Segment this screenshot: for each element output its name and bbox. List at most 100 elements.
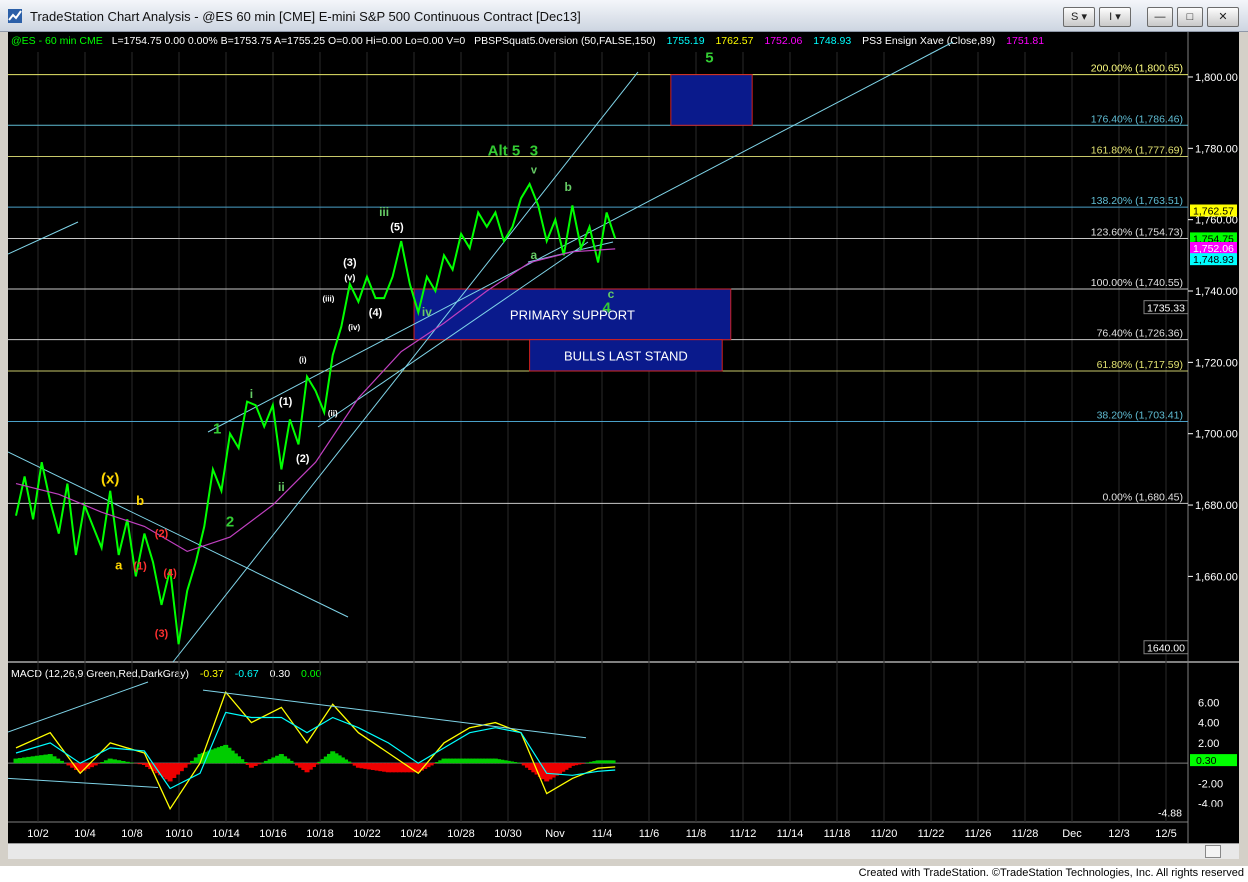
- price-tick-label: 1,660.00: [1195, 571, 1238, 583]
- date-tick-label: 10/24: [400, 828, 428, 840]
- fib-level-label: 176.40% (1,786.46): [1091, 113, 1183, 125]
- wave-label: b: [136, 493, 144, 508]
- chart-area[interactable]: @ES - 60 min CME L=1754.75 0.00 0.00% B=…: [8, 32, 1239, 843]
- wave-label: (4): [369, 307, 383, 319]
- indicator-value-2: 1762.57: [715, 35, 753, 47]
- date-tick-label: 11/22: [918, 828, 945, 840]
- wave-label: (1): [133, 560, 147, 572]
- macd-badge-label: -4.88: [1158, 808, 1182, 820]
- wave-label: Alt 5: [488, 142, 521, 159]
- footer: Created with TradeStation. ©TradeStation…: [0, 866, 1248, 882]
- macd-tick-label: 6.00: [1198, 697, 1219, 709]
- macd-value: -0.37: [200, 668, 224, 680]
- date-tick-label: 11/4: [592, 828, 613, 840]
- date-tick-label: 10/8: [121, 828, 142, 840]
- wave-label: (5): [390, 221, 404, 233]
- chevron-down-icon: ▾: [1115, 11, 1121, 23]
- status-symbol: @ES - 60 min CME: [11, 35, 103, 47]
- wave-label: 1: [213, 421, 221, 438]
- window-title: TradeStation Chart Analysis - @ES 60 min…: [30, 9, 581, 24]
- date-tick-label: 10/14: [212, 828, 240, 840]
- price-marker-label: 1735.33: [1147, 303, 1185, 315]
- wave-label: 5: [705, 50, 713, 67]
- indicator-value-ensign: 1751.81: [1006, 35, 1044, 47]
- macd-badge-label: 0.30: [1196, 755, 1217, 767]
- tradestation-app-icon: [8, 9, 22, 23]
- price-badge-label: 1,762.57: [1193, 205, 1234, 217]
- date-tick-label: 11/6: [639, 828, 660, 840]
- support-zone: [670, 74, 753, 126]
- date-tick-label: 11/20: [871, 828, 898, 840]
- minimize-button[interactable]: —: [1147, 7, 1173, 27]
- date-tick-label: 10/10: [165, 828, 193, 840]
- date-tick-label: 10/22: [353, 828, 381, 840]
- minimize-icon: —: [1154, 11, 1166, 23]
- chevron-down-icon: ▾: [1081, 11, 1087, 23]
- wave-label: v: [531, 164, 538, 176]
- macd-zero-value: 0.00: [301, 668, 322, 680]
- macd-tick-label: 4.00: [1198, 718, 1219, 730]
- price-marker-label: 1640.00: [1147, 643, 1185, 655]
- status-quote: L=1754.75 0.00 0.00% B=1753.75 A=1755.25…: [112, 35, 466, 47]
- macd-signal-value: -0.67: [235, 668, 259, 680]
- close-button[interactable]: ✕: [1207, 7, 1239, 27]
- indicator-value-1: 1755.19: [667, 35, 705, 47]
- fib-level-label: 76.40% (1,726.36): [1097, 328, 1183, 340]
- s-menu-button[interactable]: S ▾: [1063, 7, 1095, 27]
- price-line: [15, 181, 617, 645]
- price-tick-label: 1,720.00: [1195, 357, 1238, 369]
- macd-trend-line: [8, 777, 159, 789]
- indicator-name-pbs: PBSPSquat5.0version (50,FALSE,150): [474, 35, 656, 47]
- macd-tick-label: 2.00: [1198, 738, 1219, 750]
- date-tick-label: Dec: [1062, 828, 1082, 840]
- wave-label: iii: [379, 205, 389, 219]
- indicator-value-4: 1748.93: [813, 35, 851, 47]
- date-tick-label: 11/8: [686, 828, 707, 840]
- horizontal-scrollbar[interactable]: [8, 843, 1239, 859]
- wave-label: (4): [163, 567, 177, 579]
- indicator-value-3: 1752.06: [764, 35, 802, 47]
- fib-level-label: 38.20% (1,703.41): [1097, 410, 1183, 422]
- wave-label: ii: [278, 480, 285, 494]
- date-tick-label: 11/12: [730, 828, 757, 840]
- price-chart[interactable]: @ES - 60 min CME L=1754.75 0.00 0.00% B=…: [8, 32, 1239, 843]
- date-tick-label: Nov: [545, 828, 565, 840]
- wave-label: (3): [155, 628, 169, 640]
- wave-label: (iii): [322, 295, 334, 304]
- i-menu-button[interactable]: I ▾: [1099, 7, 1131, 27]
- date-tick-label: 10/18: [306, 828, 334, 840]
- wave-label: 2: [226, 513, 234, 530]
- price-tick-label: 1,800.00: [1195, 72, 1238, 84]
- restore-icon: □: [1186, 11, 1194, 23]
- macd-signal-line: [15, 711, 616, 790]
- macd-header: MACD (12,26,9,Green,Red,DarkGray) -0.37 …: [11, 668, 322, 680]
- restore-button[interactable]: □: [1177, 7, 1203, 27]
- date-tick-label: 11/26: [965, 828, 992, 840]
- wave-label: a: [531, 248, 538, 262]
- wave-label: b: [564, 180, 571, 194]
- wave-label: (iv): [348, 323, 360, 332]
- fib-level-label: 200.00% (1,800.65): [1091, 63, 1183, 75]
- title-bar[interactable]: TradeStation Chart Analysis - @ES 60 min…: [0, 0, 1248, 32]
- wave-label: i: [250, 387, 253, 401]
- price-tick-label: 1,700.00: [1195, 429, 1238, 441]
- date-tick-label: 11/18: [824, 828, 851, 840]
- macd-trend-line: [202, 689, 587, 739]
- wave-label: (2): [155, 528, 169, 540]
- wave-label: 3: [530, 142, 538, 159]
- wave-label: (v): [344, 272, 355, 282]
- price-tick-label: 1,780.00: [1195, 143, 1238, 155]
- date-tick-label: 12/5: [1155, 828, 1176, 840]
- wave-label: (ii): [328, 409, 338, 418]
- price-tick-label: 1,680.00: [1195, 500, 1238, 512]
- wave-label: a: [115, 557, 123, 572]
- date-tick-label: 10/4: [74, 828, 95, 840]
- date-tick-label: 12/3: [1108, 828, 1129, 840]
- fib-level-label: 61.80% (1,717.59): [1097, 359, 1183, 371]
- zone-label: BULLS LAST STAND: [564, 348, 688, 363]
- wave-label: iv: [422, 305, 432, 319]
- wave-label: (i): [299, 355, 307, 364]
- scroll-thumb[interactable]: [1205, 845, 1221, 858]
- wave-label: (2): [296, 453, 310, 465]
- wave-label: (1): [279, 396, 293, 408]
